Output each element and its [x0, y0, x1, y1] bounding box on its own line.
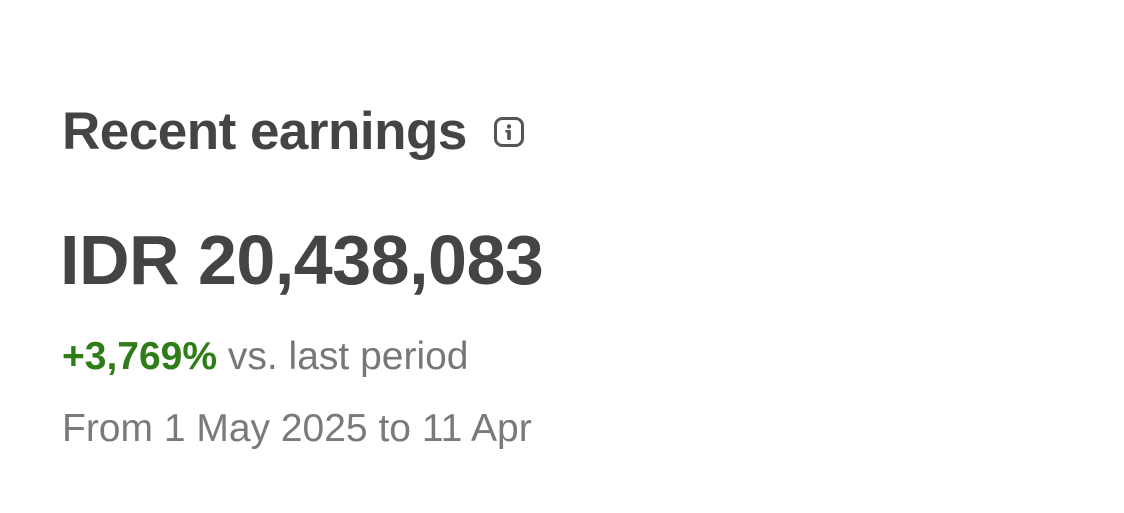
info-icon[interactable]: [493, 116, 525, 148]
recent-earnings-card: Recent earnings IDR 20,438,083 +3,769% v…: [0, 0, 1124, 513]
earnings-change: +3,769% vs. last period: [62, 334, 469, 381]
earnings-header: Recent earnings: [62, 96, 525, 166]
change-comparison-label: vs. last period: [227, 335, 469, 378]
earnings-amount: IDR 20,438,083: [60, 221, 544, 299]
date-range: From 1 May 2025 to 11 Apr: [62, 407, 532, 450]
earnings-title: Recent earnings: [62, 101, 467, 161]
change-percentage: +3,769%: [62, 335, 228, 378]
